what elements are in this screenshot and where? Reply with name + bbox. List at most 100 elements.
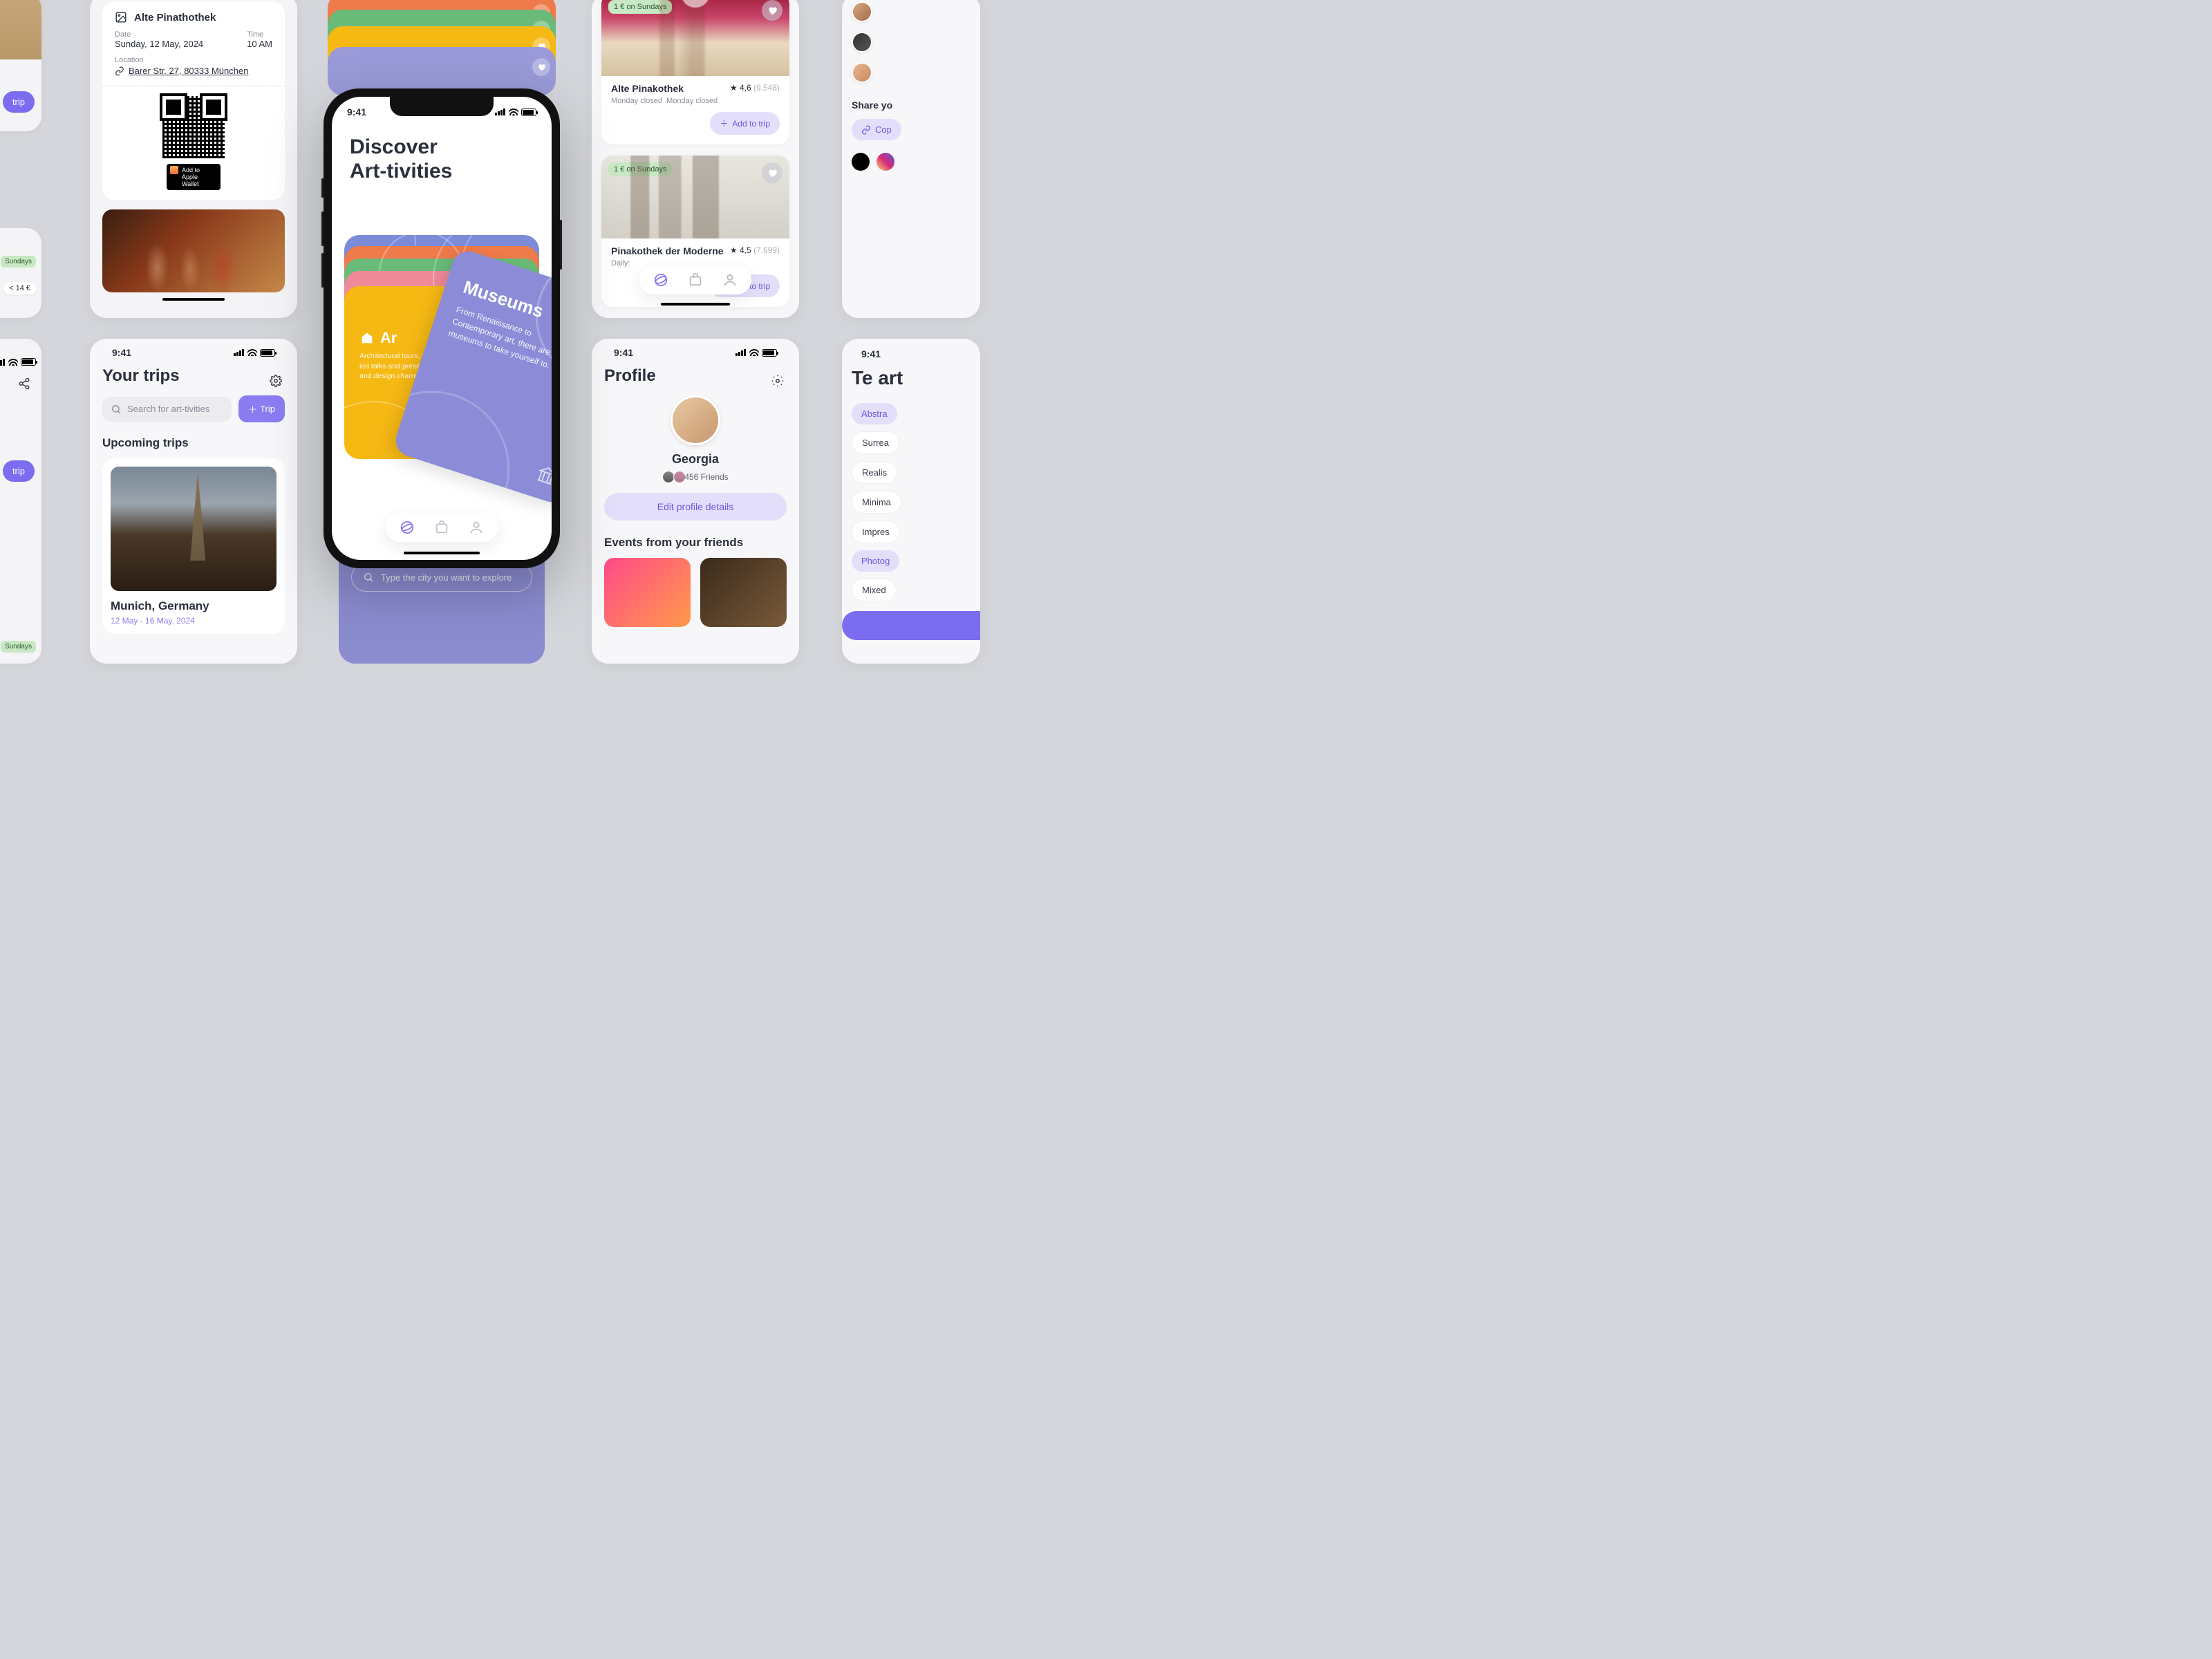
time-label: Time <box>247 30 272 39</box>
share-panel: Share yo Cop <box>842 0 980 318</box>
ticket-screen: Alte Pinathothek Date Sunday, 12 May, 20… <box>90 0 297 318</box>
trips-screen: 9:41 Your trips Search for art-tivities … <box>90 339 297 664</box>
friend-avatar[interactable] <box>852 1 872 22</box>
search-icon <box>363 572 374 583</box>
edit-profile-button[interactable]: Edit profile details <box>604 493 787 521</box>
time-value: 10 AM <box>247 39 272 49</box>
tags-panel: 9:41 Te art Abstra Surrea Realis Minima … <box>842 339 980 664</box>
event-card[interactable] <box>700 558 787 627</box>
tag-chip[interactable]: Surrea <box>852 431 899 454</box>
museum-photo: 1 € on Sundays <box>601 0 789 76</box>
explore-tab-icon[interactable] <box>400 520 415 535</box>
share-heading: Share yo <box>852 100 971 111</box>
tag-chip[interactable]: Abstra <box>852 403 897 424</box>
museum-name: Alte Pinakothek <box>611 83 684 94</box>
sundays-filter-chip[interactable]: Sundays <box>1 641 36 653</box>
instagram-icon[interactable] <box>877 153 894 171</box>
status-bar: 9:41 <box>102 341 285 359</box>
event-photo <box>102 209 285 292</box>
museum-name: Pinakothek der Moderne <box>611 245 724 256</box>
category-description: From Renaissance to Contemporary art, th… <box>447 303 552 379</box>
date-label: Date <box>115 30 203 39</box>
location-link[interactable]: Barer Str. 27, 80333 München <box>129 66 248 76</box>
status-bar: . <box>0 353 41 367</box>
category-card-stack: Ar Architectural tours, ex architect-led… <box>344 235 539 463</box>
museum-card[interactable]: 1 € on Sundays Alte Pinakothek ★ 4,6 (9.… <box>601 0 789 144</box>
price-badge: 1 € on Sundays <box>608 0 672 14</box>
search-input[interactable]: Search for art-tivities <box>102 397 232 422</box>
edge-trip-panel: trip <box>0 0 41 131</box>
home-indicator <box>404 552 480 554</box>
new-trip-button[interactable]: ＋ Trip <box>238 395 285 422</box>
image-icon <box>115 11 127 24</box>
add-trip-button[interactable]: trip <box>3 91 35 113</box>
ticket-card: Alte Pinathothek Date Sunday, 12 May, 20… <box>102 1 285 200</box>
profile-name: Georgia <box>604 452 787 467</box>
friends-count[interactable]: 456 Friends <box>604 471 787 483</box>
tiktok-icon[interactable] <box>852 153 870 171</box>
profile-screen: 9:41 Profile Georgia 456 Friends Edit pr… <box>592 339 799 664</box>
trips-tab-icon[interactable] <box>688 272 703 288</box>
trip-card[interactable]: Munich, Germany 12 May - 16 May, 2024 <box>102 458 285 634</box>
event-card[interactable] <box>604 558 691 627</box>
tab-bar <box>386 513 498 542</box>
gallery-photo <box>0 0 41 59</box>
date-value: Sunday, 12 May, 2024 <box>115 39 203 49</box>
edge-lower-panel: . trip Sundays <box>0 339 41 664</box>
profile-tab-icon[interactable] <box>469 520 484 535</box>
add-trip-button[interactable]: trip <box>3 460 35 482</box>
page-title: Your trips <box>102 366 285 386</box>
tag-chip[interactable]: Impres <box>852 521 900 543</box>
favorite-button[interactable] <box>762 162 782 183</box>
share-icon[interactable] <box>18 377 30 390</box>
museum-list-screen: 1 € on Sundays Alte Pinakothek ★ 4,6 (9.… <box>592 0 799 318</box>
phone-mockup: 9:41 DiscoverArt-tivities Ar Architectur… <box>324 88 560 568</box>
add-to-trip-button[interactable]: ＋ Add to trip <box>710 112 780 135</box>
tag-chip[interactable]: Mixed <box>852 579 897 601</box>
status-time: 9:41 <box>861 348 881 359</box>
phone-notch <box>390 97 494 116</box>
sundays-filter-chip[interactable]: Sundays <box>1 256 36 268</box>
explore-tab-icon[interactable] <box>653 272 668 288</box>
settings-icon[interactable] <box>771 375 784 387</box>
friend-avatar[interactable] <box>852 62 872 83</box>
location-label: Location <box>115 56 272 64</box>
copy-link-button[interactable]: Cop <box>852 119 901 140</box>
tab-bar <box>639 265 751 294</box>
building-icon <box>359 330 375 346</box>
friend-avatar[interactable] <box>852 32 872 53</box>
page-title: Profile <box>604 366 787 386</box>
status-time: 9:41 <box>112 347 131 358</box>
section-heading: Events from your friends <box>604 536 787 550</box>
section-heading: Upcoming trips <box>102 436 285 450</box>
heart-icon[interactable] <box>532 58 550 76</box>
museum-hours: Monday closed Monday closed <box>611 97 780 105</box>
favorite-button[interactable] <box>762 0 782 21</box>
museum-rating: ★ 4,5 (7.699) <box>730 245 780 255</box>
card-stack-preview <box>321 0 563 97</box>
page-title: DiscoverArt-tivities <box>332 118 552 183</box>
primary-cta-button[interactable] <box>842 611 980 640</box>
page-title: Te art <box>852 368 971 389</box>
tag-chip[interactable]: Minima <box>852 491 901 514</box>
link-icon <box>115 66 124 76</box>
trips-tab-icon[interactable] <box>434 520 449 535</box>
settings-icon[interactable] <box>270 375 282 387</box>
status-bar: 9:41 <box>852 343 971 361</box>
city-photo <box>111 467 276 591</box>
profile-avatar[interactable] <box>671 395 720 445</box>
price-filter-chip[interactable]: < 14 € <box>3 282 36 294</box>
search-icon <box>111 404 122 415</box>
status-time: 9:41 <box>614 347 633 358</box>
tag-chip[interactable]: Realis <box>852 461 897 484</box>
profile-tab-icon[interactable] <box>722 272 738 288</box>
home-indicator <box>162 298 225 301</box>
price-badge: 1 € on Sundays <box>608 162 672 176</box>
trip-dates: 12 May - 16 May, 2024 <box>111 616 276 626</box>
trip-city: Munich, Germany <box>111 599 276 613</box>
tag-chip[interactable]: Photog <box>852 550 899 572</box>
ticket-venue: Alte Pinathothek <box>134 12 216 24</box>
apple-wallet-button[interactable]: Add to Apple Wallet <box>167 164 221 190</box>
status-time: 9:41 <box>347 106 366 118</box>
edge-filter-panel: Sundays < 14 € <box>0 228 41 318</box>
